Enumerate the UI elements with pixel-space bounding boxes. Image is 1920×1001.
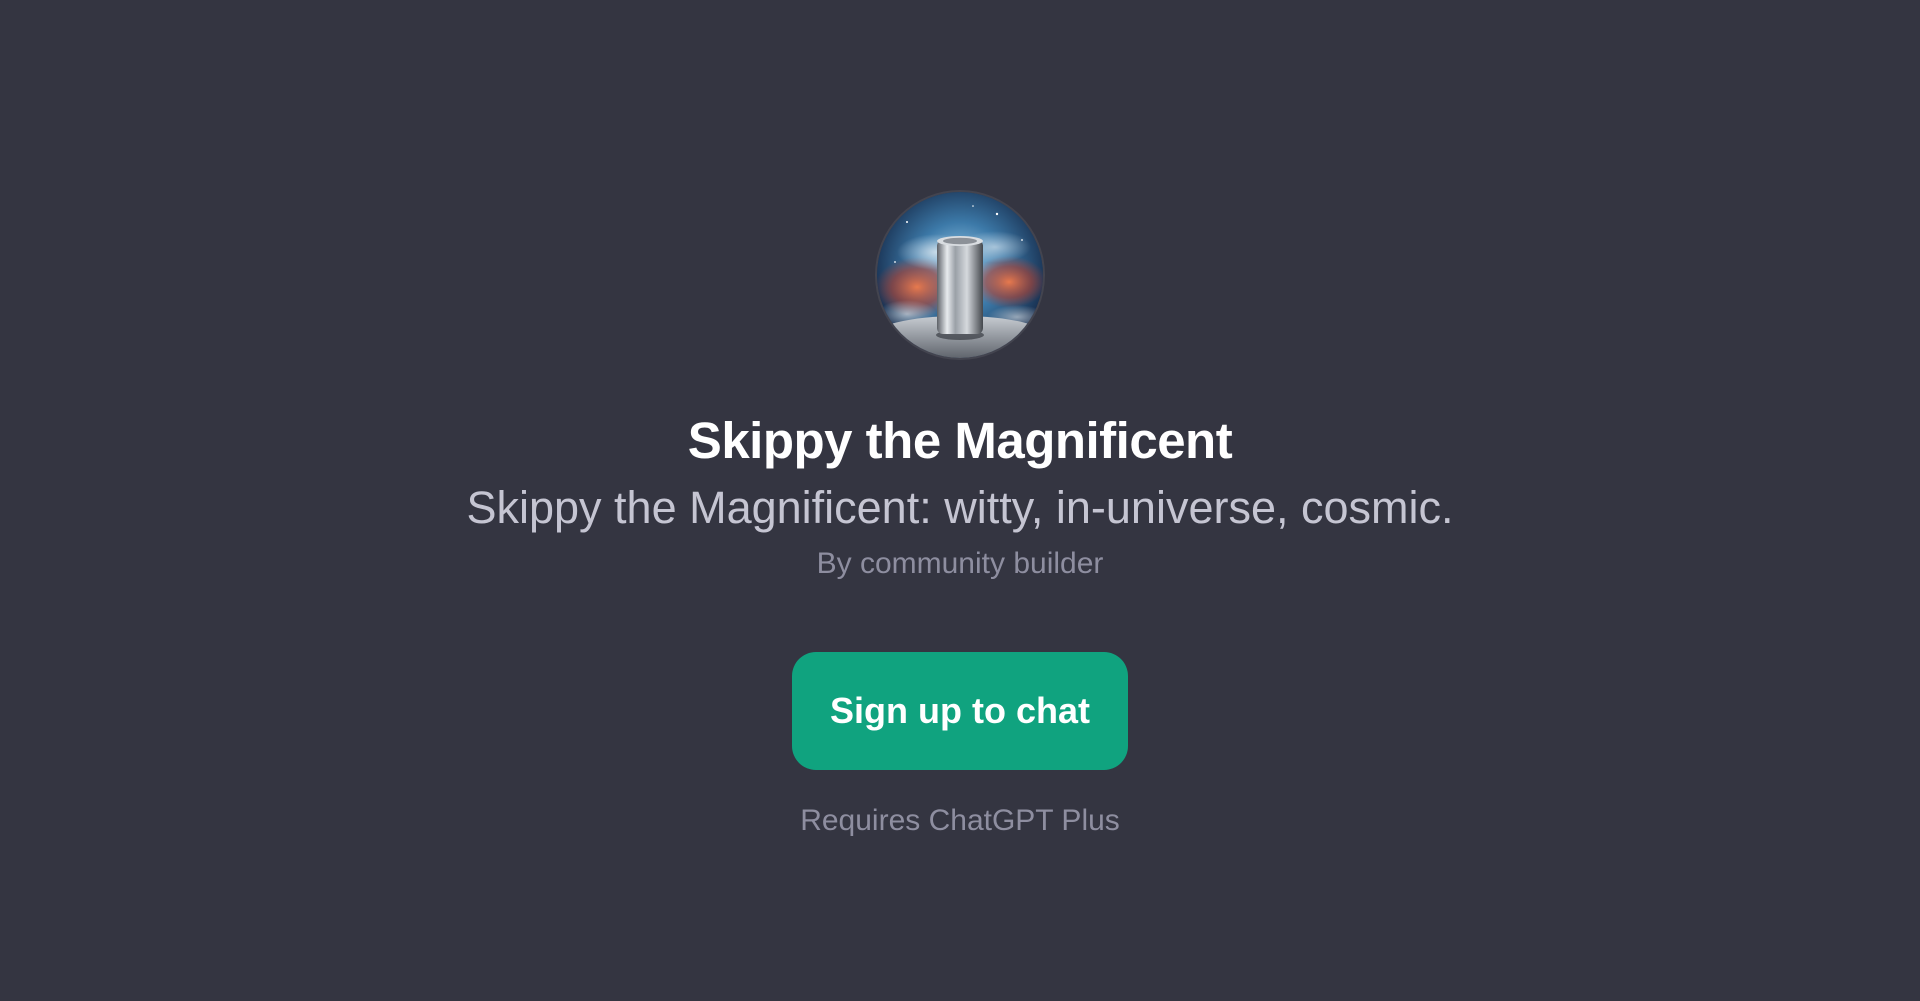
sign-up-button-label: Sign up to chat [830, 690, 1090, 731]
gpt-avatar [877, 192, 1043, 358]
sign-up-to-chat-button[interactable]: Sign up to chat [792, 652, 1128, 770]
gpt-description: Skippy the Magnificent: witty, in-univer… [466, 482, 1454, 533]
gpt-title: Skippy the Magnificent [687, 412, 1233, 469]
gpt-landing-page: Skippy the Magnificent Skippy the Magnif… [0, 0, 1920, 1001]
cosmic-beer-can-avatar [877, 192, 1043, 358]
requirement-note: Requires ChatGPT Plus [800, 804, 1120, 837]
gpt-author: By community builder [816, 547, 1104, 580]
